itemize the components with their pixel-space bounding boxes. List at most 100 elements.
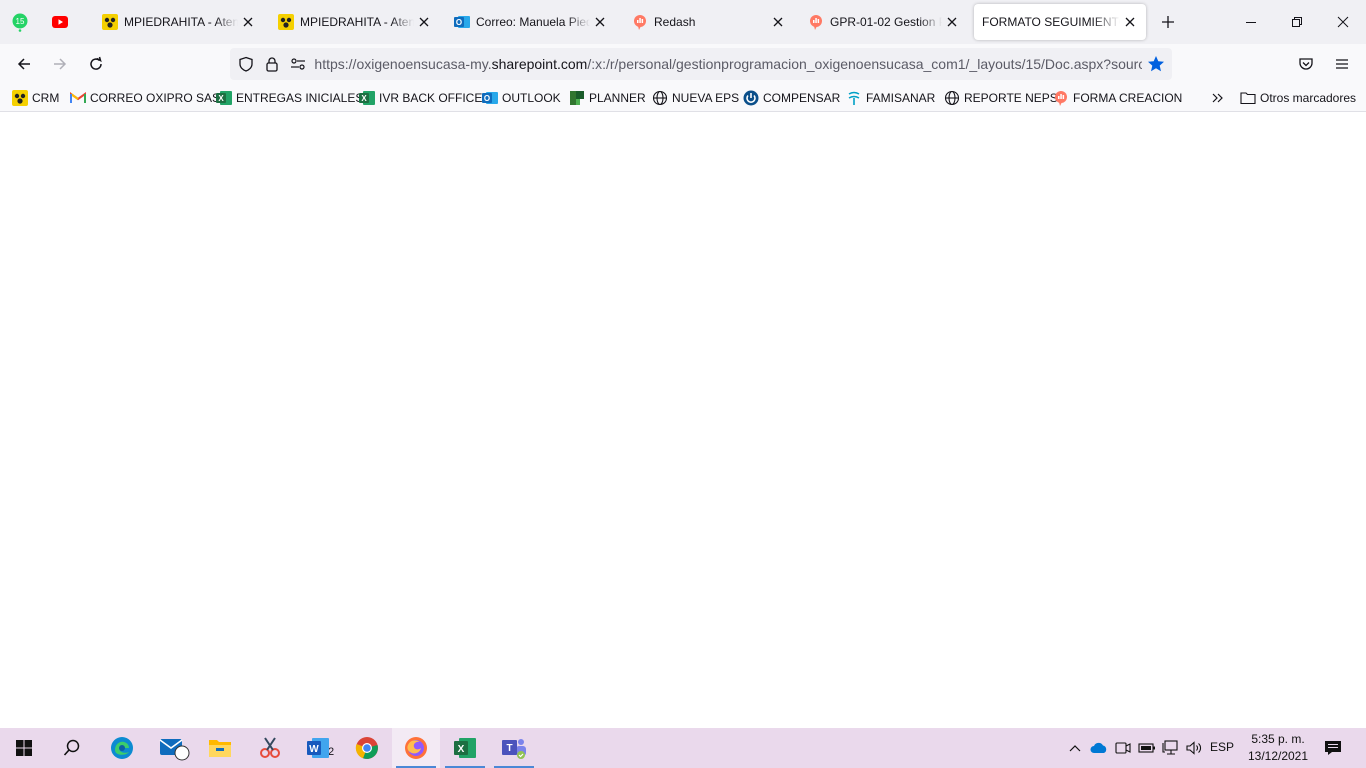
show-hidden-icons-button[interactable] [1064, 728, 1086, 768]
svg-text:T: T [506, 743, 512, 754]
taskbar-edge[interactable] [98, 728, 146, 768]
tab-strip: 15 MPIEDRAHITA - Atención MPIEDRAHITA - … [0, 0, 1366, 44]
pinned-tab-youtube[interactable] [44, 6, 76, 38]
taskbar-teams[interactable]: T [490, 728, 538, 768]
action-center-button[interactable] [1318, 728, 1348, 768]
back-arrow-icon [17, 58, 30, 70]
bookmarks-toolbar: CRM CORREO OXIPRO SAS X ENTREGAS INICIAL… [0, 84, 1366, 112]
bookmark-entregas-iniciales[interactable]: X ENTREGAS INICIALES [216, 88, 363, 108]
search-button[interactable] [48, 728, 96, 768]
tab-correo[interactable]: O Correo: Manuela Piedrahita [446, 4, 616, 40]
camera-icon [1115, 742, 1131, 754]
network-icon [1162, 740, 1178, 755]
bookmark-label: OUTLOOK [502, 91, 561, 105]
clock-date: 13/12/2021 [1247, 749, 1309, 763]
url-text[interactable]: https://oxigenoensucasa-my.sharepoint.co… [314, 56, 1142, 72]
youtube-icon [52, 16, 68, 28]
pinned-tab-whatsapp[interactable]: 15 [4, 6, 36, 38]
url-bar[interactable]: https://oxigenoensucasa-my.sharepoint.co… [230, 48, 1172, 80]
bookmark-compensar[interactable]: COMPENSAR [743, 88, 840, 108]
app-menu-button[interactable] [1328, 50, 1356, 78]
tracking-protection-shield-icon[interactable] [235, 53, 256, 75]
back-button[interactable] [10, 50, 38, 78]
windows-taskbar: 2 W X T ESP 5:35 p. m. 13/12/2021 [0, 728, 1366, 768]
url-path: /:x:/r/personal/gestionprogramacion_oxig… [587, 56, 1143, 72]
outlook-icon: O [454, 14, 470, 30]
taskbar-excel[interactable]: X [441, 728, 489, 768]
site-permissions-icon[interactable] [287, 53, 308, 75]
famisanar-icon [846, 90, 862, 106]
excel-icon: X [216, 90, 232, 106]
forward-button[interactable] [46, 50, 74, 78]
close-tab-icon[interactable] [592, 14, 608, 30]
tab-formato-seguimiento[interactable]: FORMATO SEGUIMIENTO OXIGENO [974, 4, 1146, 40]
tab-label: Redash [654, 15, 696, 29]
tab-redash[interactable]: Redash [624, 4, 794, 40]
close-window-button[interactable] [1320, 0, 1366, 44]
taskbar-clock[interactable]: 5:35 p. m. 13/12/2021 [1240, 731, 1316, 765]
volume-tray[interactable] [1184, 728, 1206, 768]
bookmark-nueva-eps[interactable]: NUEVA EPS [652, 88, 739, 108]
tab-label: Correo: Manuela Piedrahita [476, 15, 590, 29]
bookmark-correo-oxipro[interactable]: CORREO OXIPRO SAS [70, 88, 220, 108]
tab-gpr[interactable]: GPR-01-02 Gestion Programación [800, 4, 968, 40]
battery-icon [1138, 743, 1155, 753]
redash-icon [808, 14, 824, 30]
svg-text:W: W [309, 744, 319, 755]
bookmark-ivr-back-office[interactable]: X IVR BACK OFFICE [359, 88, 482, 108]
bookmark-planner[interactable]: PLANNER [569, 88, 646, 108]
taskbar-mail[interactable]: 2 [150, 728, 334, 768]
other-bookmarks-label: Otros marcadores [1260, 91, 1357, 105]
start-button[interactable] [0, 728, 48, 768]
minimize-button[interactable] [1228, 0, 1274, 44]
snipping-tool-icon [260, 737, 280, 758]
close-tab-icon[interactable] [770, 14, 786, 30]
bookmark-crm[interactable]: CRM [12, 88, 59, 108]
input-language-indicator[interactable]: ESP [1210, 740, 1234, 754]
url-host: sharepoint.com [491, 56, 588, 72]
taskbar-word[interactable]: W [294, 728, 342, 768]
other-bookmarks-folder[interactable]: Otros marcadores [1240, 88, 1356, 108]
bookmarks-overflow-button[interactable] [1210, 88, 1230, 108]
meet-now-tray[interactable] [1112, 728, 1134, 768]
bookmark-outlook[interactable]: O OUTLOOK [482, 88, 561, 108]
excel-icon: X [454, 738, 476, 758]
taskbar-file-explorer[interactable] [196, 728, 244, 768]
reload-button[interactable] [82, 50, 110, 78]
close-icon [1337, 16, 1349, 28]
onedrive-cloud-icon [1090, 742, 1107, 753]
restore-icon [1292, 17, 1302, 27]
onedrive-tray[interactable] [1088, 728, 1110, 768]
bookmark-reporte-neps[interactable]: REPORTE NEPS [944, 88, 1058, 108]
bookmark-famisanar[interactable]: FAMISANAR [846, 88, 935, 108]
tab-mpiedrahita-1[interactable]: MPIEDRAHITA - Atención [94, 4, 264, 40]
tab-label: FORMATO SEGUIMIENTO OXIGENO [982, 15, 1120, 29]
pocket-button[interactable] [1292, 50, 1320, 78]
close-tab-icon[interactable] [944, 14, 960, 30]
crm-icon [12, 90, 28, 106]
tab-label: MPIEDRAHITA - Atención [300, 15, 414, 29]
planner-icon [569, 90, 585, 106]
taskbar-snipping-tool[interactable] [246, 728, 294, 768]
globe-icon [652, 90, 668, 106]
lock-icon[interactable] [261, 53, 282, 75]
taskbar-firefox[interactable] [392, 728, 440, 768]
close-tab-icon[interactable] [240, 14, 256, 30]
close-tab-icon[interactable] [416, 14, 432, 30]
page-content-area[interactable] [0, 113, 1366, 728]
bookmark-forma-creacion[interactable]: FORMA CREACION [1053, 88, 1182, 108]
restore-button[interactable] [1274, 0, 1320, 44]
bookmark-star-button[interactable] [1142, 50, 1169, 78]
svg-text:X: X [218, 94, 224, 103]
network-tray[interactable] [1160, 728, 1182, 768]
new-tab-button[interactable] [1154, 8, 1182, 36]
battery-tray[interactable] [1136, 728, 1158, 768]
taskbar-chrome[interactable] [343, 728, 391, 768]
bookmark-label: CRM [32, 91, 60, 105]
crm-icon [278, 14, 294, 30]
close-tab-icon[interactable] [1122, 14, 1138, 30]
pocket-icon [1299, 58, 1313, 70]
tab-label: GPR-01-02 Gestion Programación [830, 15, 942, 29]
tab-mpiedrahita-2[interactable]: MPIEDRAHITA - Atención [270, 4, 440, 40]
bookmark-label: FORMA CREACION [1073, 91, 1183, 105]
